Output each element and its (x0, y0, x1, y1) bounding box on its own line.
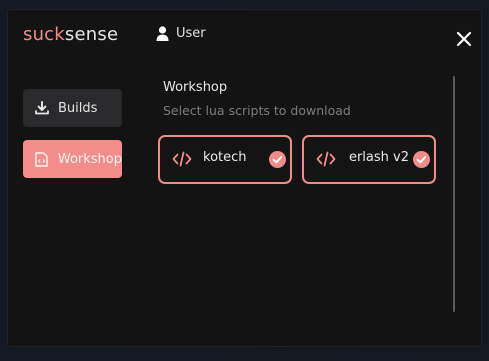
script-card[interactable]: erlash v2 (302, 135, 436, 184)
sidebar-item-workshop[interactable]: Workshop (23, 140, 122, 178)
script-name: kotech (203, 150, 247, 165)
section-title: Workshop (163, 80, 228, 95)
app-logo: sucksense (23, 24, 118, 45)
script-name-container: erlash v2 (345, 150, 413, 170)
script-file-icon (34, 151, 50, 167)
download-icon (34, 100, 50, 116)
logo-text: sense (64, 24, 119, 45)
user-icon (156, 26, 169, 41)
check-icon (413, 151, 430, 168)
user-menu[interactable]: User (156, 26, 206, 41)
sidebar-item-label: Builds (58, 100, 98, 116)
code-icon (172, 151, 192, 167)
script-name: erlash v2 (348, 150, 409, 165)
section-subtitle: Select lua scripts to download (163, 103, 351, 118)
logo-accent-text: suck (23, 24, 65, 45)
check-icon (269, 151, 286, 168)
sidebar-item-label: Workshop (57, 151, 122, 167)
close-icon (456, 31, 472, 47)
sidebar-item-builds[interactable]: Builds (23, 89, 122, 127)
close-button[interactable] (455, 30, 473, 48)
app-window: sucksense User Builds Workshop Workshop … (7, 9, 482, 347)
script-name-container: kotech (201, 150, 269, 170)
script-card[interactable]: kotech (158, 135, 292, 184)
code-icon (316, 151, 336, 167)
user-label: User (176, 26, 206, 41)
scrollbar[interactable] (453, 76, 455, 312)
